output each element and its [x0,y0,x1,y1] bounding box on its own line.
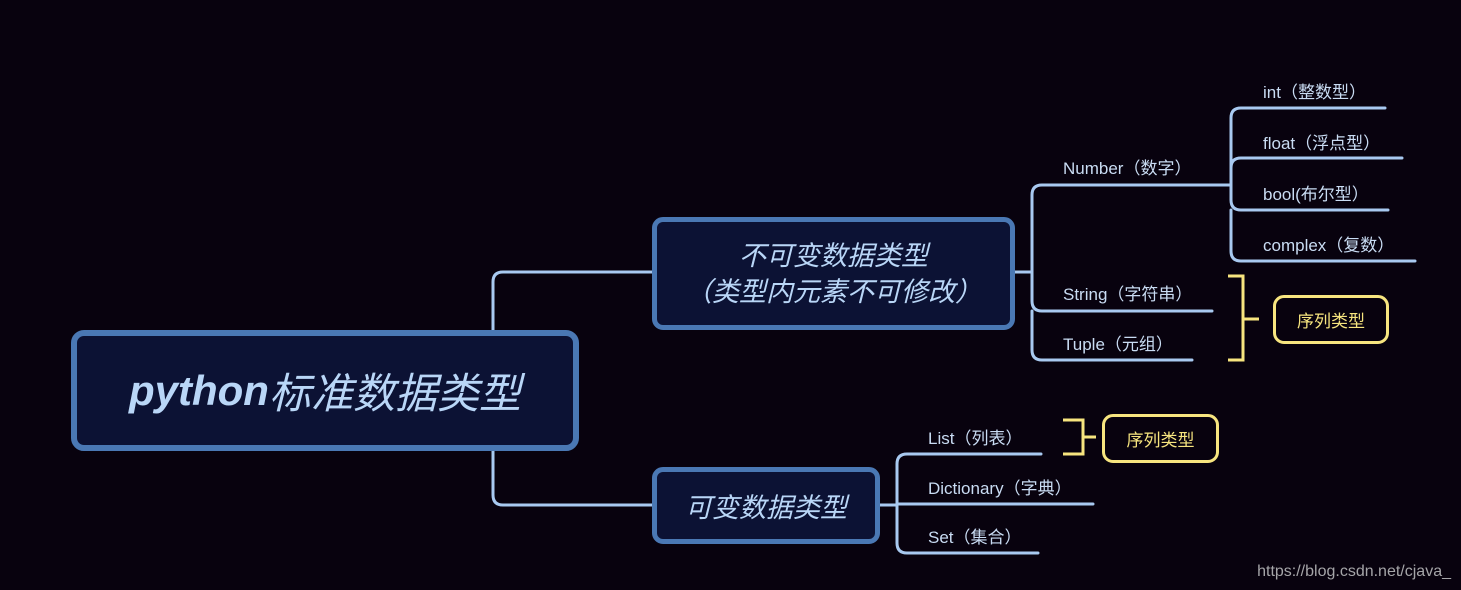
node-tuple[interactable]: Tuple（元组） [1063,330,1173,355]
root-label-zh: 标准数据类型 [268,370,521,417]
node-complex[interactable]: complex（复数） [1263,231,1394,256]
node-float[interactable]: float（浮点型） [1263,129,1380,154]
watermark: https://blog.csdn.net/cjava_ [1257,563,1451,580]
mutable-node[interactable]: 可变数据类型 [652,467,880,544]
immutable-label: 不可变数据类型 [739,240,928,271]
sequence-type-badge[interactable]: 序列类型 [1102,414,1219,463]
bracket-string-tuple [1228,274,1259,362]
root-label-en: python [129,366,269,414]
sequence-type-badge[interactable]: 序列类型 [1273,295,1389,344]
root-node[interactable]: python 标准数据类型 [71,330,579,451]
connector-root-immutable [491,270,654,332]
immutable-node[interactable]: 不可变数据类型 （类型内元素不可修改） [652,217,1015,330]
node-number[interactable]: Number（数字） [1063,154,1191,179]
node-list[interactable]: List（列表） [928,424,1022,449]
node-int[interactable]: int（整数型） [1263,78,1366,103]
node-string[interactable]: String（字符串） [1063,280,1192,305]
node-dictionary[interactable]: Dictionary（字典） [928,474,1072,499]
connector-root-mutable [491,449,654,507]
sequence-type-badge-label: 序列类型 [1297,312,1365,331]
immutable-sublabel: （类型内元素不可修改） [685,276,982,307]
node-set[interactable]: Set（集合） [928,523,1022,548]
sequence-type-badge-label: 序列类型 [1126,431,1195,450]
node-bool[interactable]: bool(布尔型） [1263,180,1369,205]
mutable-label: 可变数据类型 [685,493,847,523]
bracket-list [1063,418,1096,456]
connector-number [1030,183,1233,274]
